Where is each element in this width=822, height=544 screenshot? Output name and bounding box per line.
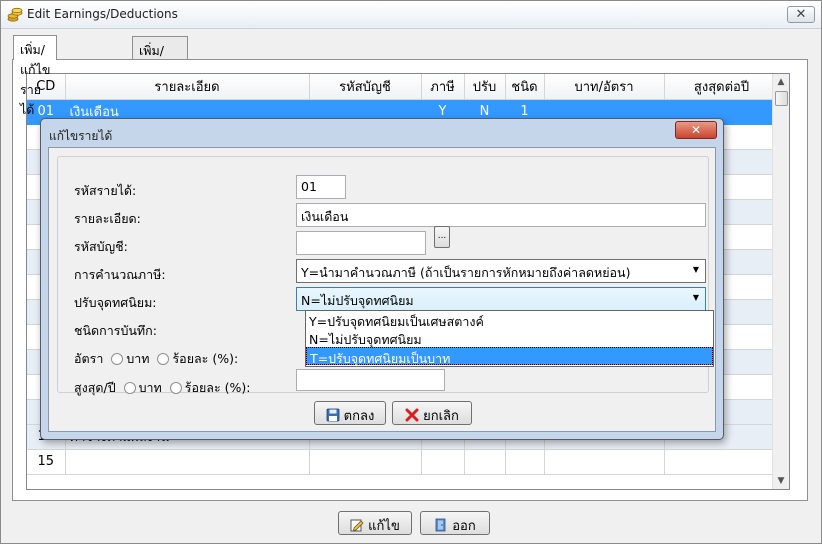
cell-cd: 15 bbox=[27, 449, 66, 475]
rate-baht-label: บาท bbox=[126, 351, 150, 366]
rounding-dropdown-list[interactable]: Y=ปรับจุดทศนิยมเป็นเศษสตางค์ N=ไม่ปรับจุ… bbox=[305, 310, 714, 367]
tax-select-value: Y=นำมาคำนวณภาษี (ถ้าเป็นรายการหักหมายถึง… bbox=[301, 265, 631, 280]
chevron-down-icon: ▼ bbox=[692, 293, 699, 302]
account-input[interactable] bbox=[296, 231, 426, 255]
exit-door-icon bbox=[435, 518, 446, 532]
save-disk-icon bbox=[326, 408, 340, 422]
tab-deductions[interactable]: เพิ่ม/แก้ไขรายการหัก bbox=[132, 36, 189, 118]
cell-acct bbox=[309, 449, 422, 475]
dropdown-option-selected[interactable]: T=ปรับจุดทศนิยมเป็นบาท bbox=[306, 347, 713, 366]
col-header-tax[interactable]: ภาษี bbox=[421, 74, 465, 100]
cell-adj bbox=[464, 449, 506, 475]
col-header-desc[interactable]: รายละเอียด bbox=[65, 74, 310, 100]
max-percent-label: ร้อยละ (%): bbox=[184, 380, 251, 395]
rate-percent-label: ร้อยละ (%): bbox=[172, 351, 239, 366]
max-baht-label: บาท bbox=[138, 380, 162, 395]
scroll-up-icon[interactable]: ▲ bbox=[773, 74, 789, 90]
exit-button[interactable]: ออก bbox=[420, 511, 490, 535]
record-type-label: ชนิดการบันทึก: bbox=[74, 323, 157, 338]
max-percent-radio[interactable] bbox=[169, 382, 182, 394]
table-row[interactable]: 15 bbox=[27, 449, 780, 475]
grid-header: CD รายละเอียด รหัสบัญชี ภาษี ปรับ ชนิด บ… bbox=[27, 74, 780, 100]
desc-label: รายละเอียด: bbox=[74, 211, 141, 226]
cell-amt bbox=[544, 449, 665, 475]
cancel-button[interactable]: ยกเลิก bbox=[392, 401, 472, 425]
cell-type bbox=[505, 449, 545, 475]
tax-label: การคำนวณภาษี: bbox=[74, 267, 166, 282]
col-header-adj[interactable]: ปรับ bbox=[464, 74, 506, 100]
col-header-amt[interactable]: บาท/อัตรา bbox=[544, 74, 665, 100]
rounding-label: ปรับจุดทศนิยม: bbox=[74, 295, 157, 310]
tax-select[interactable]: Y=นำมาคำนวณภาษี (ถ้าเป็นรายการหักหมายถึง… bbox=[296, 259, 706, 283]
tab-earnings[interactable]: เพิ่ม/แก้ไขรายได้ bbox=[13, 35, 58, 117]
cancel-button-label: ยกเลิก bbox=[423, 409, 459, 424]
chevron-down-icon: ▼ bbox=[692, 265, 699, 274]
edit-button[interactable]: แก้ไข bbox=[338, 511, 412, 535]
rounding-select[interactable]: N=ไม่ปรับจุดทศนิยม ▼ bbox=[296, 287, 706, 311]
rate-baht-radio[interactable] bbox=[111, 353, 124, 365]
desc-input[interactable]: เงินเดือน bbox=[296, 203, 706, 227]
scroll-thumb[interactable] bbox=[775, 91, 788, 106]
close-icon: ✕ bbox=[690, 123, 702, 137]
rate-percent-radio[interactable] bbox=[157, 353, 170, 365]
window-title: Edit Earnings/Deductions bbox=[27, 7, 178, 21]
account-label: รหัสบัญชี: bbox=[74, 239, 128, 254]
cell-max bbox=[664, 449, 780, 475]
rounding-select-value: N=ไม่ปรับจุดทศนิยม bbox=[301, 293, 414, 308]
cell-desc bbox=[65, 449, 310, 475]
rate-row: อัตรา บาท ร้อยละ (%): bbox=[74, 349, 238, 369]
edit-earning-dialog: แก้ไขรายได้ ✕ รหัสรายได้: 01 รายละเอียด:… bbox=[40, 118, 724, 440]
grid-vertical-scrollbar[interactable]: ▲ ▼ bbox=[772, 74, 789, 489]
cancel-x-icon bbox=[405, 408, 419, 422]
ok-button[interactable]: ตกลง bbox=[314, 401, 386, 425]
max-label: สูงสุด/ปี bbox=[74, 380, 116, 395]
dialog-close-button[interactable]: ✕ bbox=[675, 121, 717, 139]
col-header-type[interactable]: ชนิด bbox=[505, 74, 545, 100]
dropdown-option[interactable]: N=ไม่ปรับจุดทศนิยม bbox=[306, 329, 713, 347]
exit-button-label: ออก bbox=[452, 519, 476, 534]
app-coins-icon bbox=[7, 7, 23, 22]
max-baht-radio[interactable] bbox=[123, 382, 136, 394]
close-icon: ✕ bbox=[795, 7, 807, 22]
col-header-max[interactable]: สูงสุดต่อปี bbox=[664, 74, 780, 100]
max-row: สูงสุด/ปี บาท ร้อยละ (%): bbox=[74, 378, 251, 398]
rate-label: อัตรา bbox=[74, 351, 104, 366]
dialog-title: แก้ไขรายได้ bbox=[49, 129, 113, 143]
account-browse-button[interactable]: ... bbox=[434, 226, 450, 248]
cell-tax bbox=[421, 449, 465, 475]
code-label: รหัสรายได้: bbox=[74, 183, 137, 198]
code-input[interactable]: 01 bbox=[296, 175, 346, 199]
dialog-body: รหัสรายได้: 01 รายละเอียด: เงินเดือน รหั… bbox=[48, 147, 716, 432]
dialog-fields-group: รหัสรายได้: 01 รายละเอียด: เงินเดือน รหั… bbox=[57, 156, 714, 395]
ellipsis-icon: ... bbox=[437, 231, 447, 241]
scroll-down-icon[interactable]: ▼ bbox=[773, 473, 789, 489]
title-bar: Edit Earnings/Deductions ✕ bbox=[1, 1, 821, 29]
ok-button-label: ตกลง bbox=[343, 409, 375, 424]
window-close-button[interactable]: ✕ bbox=[787, 6, 815, 23]
edit-button-label: แก้ไข bbox=[368, 519, 400, 534]
col-header-acct[interactable]: รหัสบัญชี bbox=[309, 74, 422, 100]
dropdown-option[interactable]: Y=ปรับจุดทศนิยมเป็นเศษสตางค์ bbox=[306, 311, 713, 329]
max-input[interactable] bbox=[296, 369, 445, 391]
edit-pencil-icon bbox=[350, 519, 364, 532]
